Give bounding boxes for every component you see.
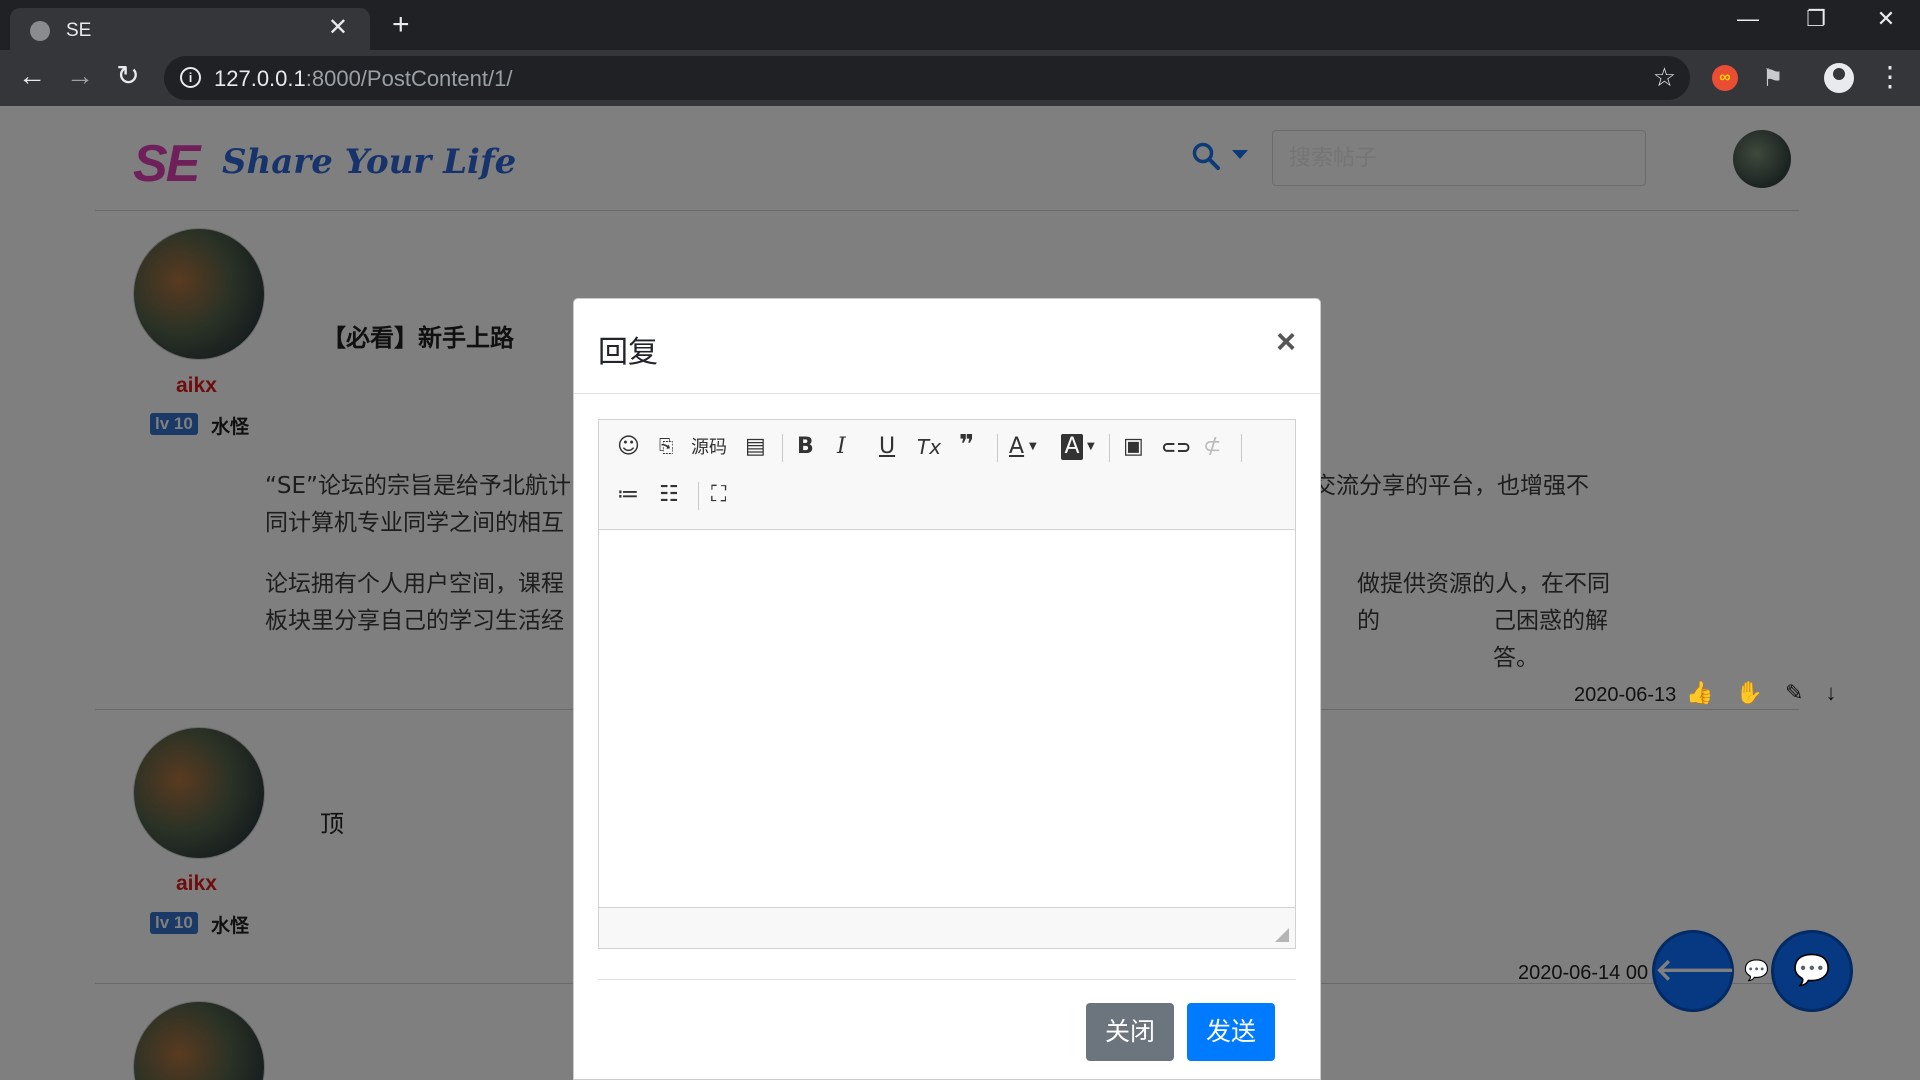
- reply-content: 顶: [320, 810, 344, 838]
- fullscreen-icon[interactable]: ⛶: [711, 482, 726, 508]
- post-action-icons[interactable]: 👍 ✋ ✎ ↓: [1686, 680, 1845, 706]
- browser-tab[interactable]: SE ✕: [10, 8, 370, 50]
- level-badge: lv 10: [150, 912, 198, 934]
- send-button[interactable]: 发送: [1187, 1003, 1275, 1061]
- back-arrow-icon[interactable]: ←: [16, 62, 48, 90]
- reply-author-avatar[interactable]: [133, 1001, 265, 1080]
- back-fab-button[interactable]: 🡐: [1652, 930, 1735, 1012]
- menu-dots-icon[interactable]: ⋮: [1876, 60, 1904, 93]
- editor-text-area[interactable]: [599, 530, 1295, 906]
- restore-button[interactable]: ❐: [1796, 6, 1836, 32]
- text-color-caret-icon[interactable]: ▼: [1029, 434, 1037, 460]
- text-color-icon[interactable]: A: [1009, 434, 1024, 460]
- italic-icon[interactable]: I: [837, 434, 846, 460]
- bullet-list-icon[interactable]: ☷: [659, 482, 679, 508]
- level-badge: lv 10: [150, 413, 198, 435]
- post-title: 【必看】新手上路: [322, 324, 514, 352]
- post-date: 2020-06-13: [1574, 684, 1677, 706]
- forward-arrow-icon[interactable]: →: [64, 62, 96, 90]
- reload-icon[interactable]: ↻: [112, 62, 144, 90]
- resize-handle-icon[interactable]: [1275, 928, 1289, 942]
- search-input[interactable]: [1272, 130, 1646, 186]
- source-button[interactable]: 源码: [691, 435, 727, 461]
- reply-modal: 回复 × ☺ ⎘ 源码 ▤ B I U Tx ❞ A ▼ A ▼ ▣ ⊂⊃ ⊄ …: [573, 298, 1321, 1080]
- chat-fab-button[interactable]: 💬: [1771, 930, 1853, 1012]
- rich-text-editor: ☺ ⎘ 源码 ▤ B I U Tx ❞ A ▼ A ▼ ▣ ⊂⊃ ⊄ ≔ ☷ ⛶: [598, 419, 1296, 949]
- toolbar-separator: [1109, 434, 1110, 462]
- browser-tab-bar: SE ✕ + — ❐ ✕: [0, 0, 1920, 50]
- toolbar-separator: [1241, 434, 1242, 462]
- template-icon[interactable]: ▤: [745, 434, 766, 460]
- unlink-icon[interactable]: ⊄: [1203, 434, 1221, 460]
- extension-icon[interactable]: ∞: [1712, 65, 1738, 91]
- editor-toolbar: ☺ ⎘ 源码 ▤ B I U Tx ❞ A ▼ A ▼ ▣ ⊂⊃ ⊄ ≔ ☷ ⛶: [599, 420, 1295, 530]
- underline-icon[interactable]: U: [879, 434, 895, 460]
- minimize-button[interactable]: —: [1728, 6, 1768, 32]
- bg-color-caret-icon[interactable]: ▼: [1087, 434, 1095, 460]
- image-icon[interactable]: ▣: [1123, 434, 1144, 460]
- search-dropdown-caret-icon[interactable]: [1232, 150, 1248, 159]
- post-author-avatar[interactable]: [133, 228, 265, 360]
- modal-title: 回复: [598, 335, 658, 370]
- bookmark-star-icon[interactable]: ☆: [1653, 62, 1676, 93]
- modal-close-icon[interactable]: ×: [1276, 325, 1296, 359]
- chat-small-icon: 💬: [1744, 960, 1769, 982]
- close-button[interactable]: 关闭: [1086, 1003, 1174, 1061]
- new-tab-button[interactable]: +: [392, 10, 410, 40]
- extension-cursor-icon[interactable]: ⚑: [1762, 64, 1784, 93]
- header-divider: [95, 210, 1799, 211]
- quote-icon[interactable]: ❞: [959, 432, 974, 458]
- toolbar-separator: [698, 482, 699, 510]
- user-avatar[interactable]: [1733, 130, 1791, 188]
- site-logo-mark[interactable]: SE: [133, 134, 200, 194]
- browser-toolbar: ← → ↻ i 127.0.0.1:8000/PostContent/1/ ☆ …: [0, 50, 1920, 106]
- info-icon[interactable]: i: [180, 67, 201, 88]
- globe-icon: [30, 21, 50, 41]
- bold-icon[interactable]: B: [797, 434, 814, 460]
- tab-close-icon[interactable]: ✕: [328, 16, 348, 40]
- tab-title: SE: [66, 20, 92, 41]
- window-close-button[interactable]: ✕: [1866, 6, 1906, 32]
- toolbar-separator: [997, 434, 998, 462]
- address-bar[interactable]: i 127.0.0.1:8000/PostContent/1/ ☆: [164, 56, 1690, 100]
- ordered-list-icon[interactable]: ≔: [617, 482, 639, 508]
- editor-status-bar: [599, 907, 1295, 948]
- profile-icon[interactable]: [1824, 63, 1854, 93]
- source-icon[interactable]: ⎘: [659, 434, 673, 460]
- toolbar-separator: [782, 434, 783, 462]
- link-icon[interactable]: ⊂⊃: [1161, 435, 1191, 461]
- site-logo-text[interactable]: Share Your Life: [222, 142, 516, 182]
- modal-header-divider: [574, 393, 1320, 394]
- rank-label: 水怪: [211, 915, 250, 937]
- search-icon[interactable]: [1192, 142, 1220, 170]
- post-author-name[interactable]: aikx: [176, 374, 217, 398]
- bg-color-icon[interactable]: A: [1061, 434, 1083, 460]
- emoji-icon[interactable]: ☺: [617, 434, 640, 460]
- rank-label: 水怪: [211, 416, 250, 438]
- modal-footer-divider: [598, 979, 1296, 980]
- reply-date: 2020-06-14 00: [1518, 962, 1649, 984]
- clear-format-icon[interactable]: Tx: [917, 434, 941, 460]
- reply-author-avatar[interactable]: [133, 727, 265, 859]
- reply-author-name[interactable]: aikx: [176, 872, 217, 896]
- url-text[interactable]: 127.0.0.1:8000/PostContent/1/: [214, 66, 512, 92]
